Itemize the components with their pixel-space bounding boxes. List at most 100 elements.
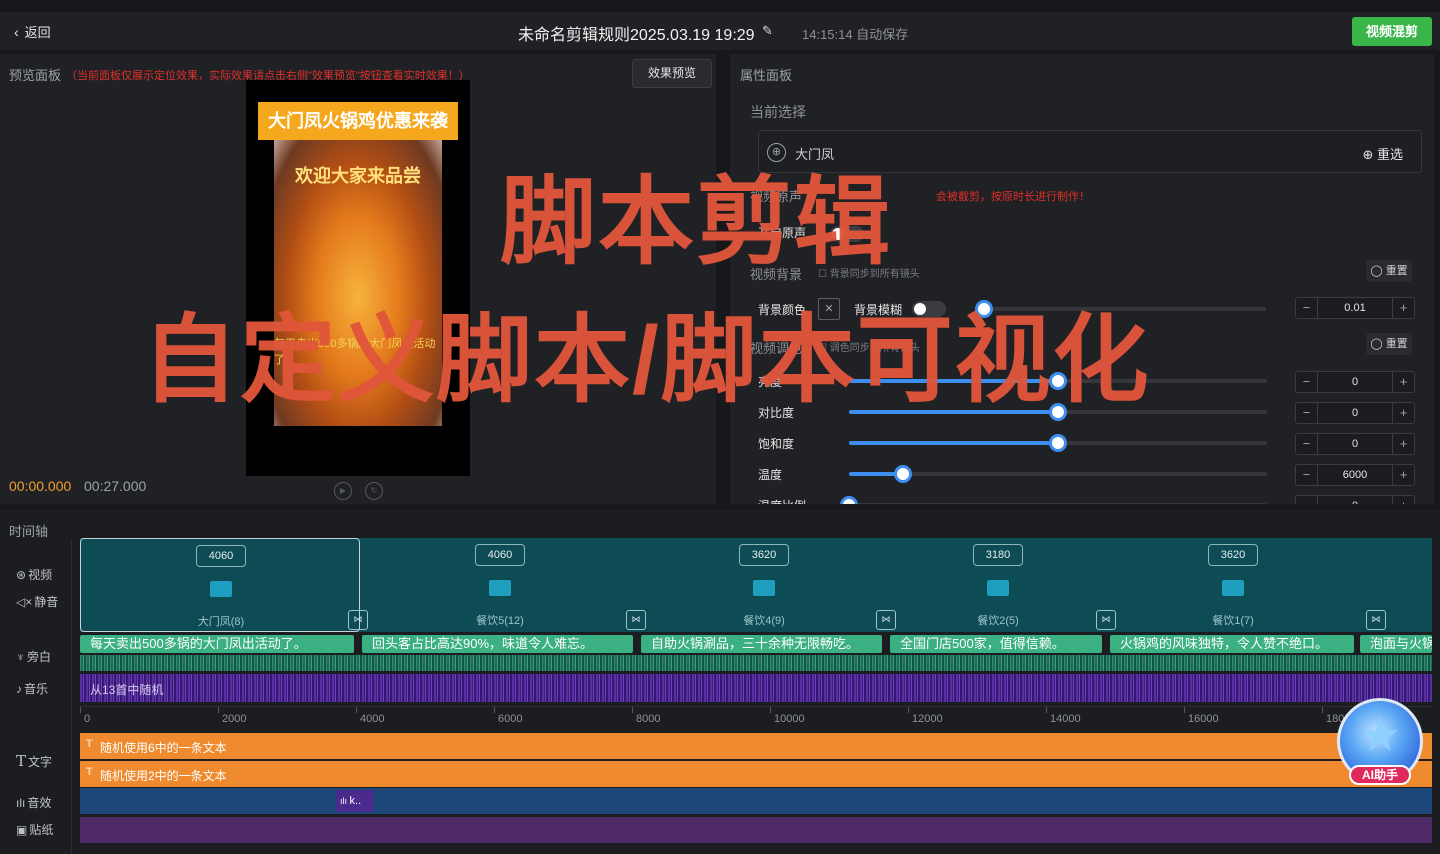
plus-circle-icon: ⊕ (1362, 147, 1377, 162)
play-icon[interactable]: ▶ (334, 482, 352, 500)
video-clip[interactable]: 3180 餐饮2(5) (888, 538, 1108, 632)
video-clip[interactable]: 3620 餐饮4(9) (638, 538, 888, 632)
text-track-row[interactable]: T 随机使用2中的一条文本 (80, 761, 1432, 787)
adjust-value[interactable]: 0 (1318, 496, 1392, 504)
plus-icon[interactable]: + (1392, 403, 1414, 423)
chevron-left-icon: ‹ (14, 23, 19, 40)
adjust-slider-handle[interactable] (840, 496, 858, 504)
narration-clip[interactable]: 全国门店500家，值得信赖。 (890, 635, 1102, 653)
video-preview-canvas[interactable]: 大门凤火锅鸡优惠来袭 欢迎大家来品尝 每天卖出500多锅的大门凤出活动了 (246, 80, 470, 476)
minus-icon[interactable]: − (1296, 434, 1318, 454)
preview-subtitle[interactable]: 欢迎大家来品尝 (246, 162, 470, 188)
track-music-label: 音乐 (24, 682, 49, 696)
adjust-stepper[interactable]: −0+ (1295, 433, 1415, 455)
text-icon: T (16, 752, 27, 770)
color-reset-button[interactable]: ◯ 重置 (1366, 333, 1412, 355)
sfx-clip[interactable]: ılı k.. (336, 790, 374, 812)
sticker-track-row[interactable] (80, 817, 1432, 843)
track-sfx[interactable]: ılı 音效 (16, 794, 51, 811)
folder-icon (1222, 580, 1244, 596)
transition-icon[interactable]: ⋈ (1366, 610, 1386, 630)
pencil-icon[interactable]: ✎ (762, 23, 773, 39)
plus-icon[interactable]: + (1392, 465, 1414, 485)
track-video[interactable]: ⊛ 视频 (16, 566, 52, 583)
video-clip[interactable]: 4060 餐饮5(12) (360, 538, 638, 632)
time-ruler[interactable]: 0 2000 4000 6000 8000 10000 12000 14000 16000 180 (79, 706, 1432, 728)
track-sticker[interactable]: ▣ 贴纸 (16, 821, 53, 838)
track-text[interactable]: T 文字 (16, 752, 52, 770)
minus-icon[interactable]: − (1296, 372, 1318, 392)
adjust-slider[interactable] (840, 496, 1267, 504)
narration-clip[interactable]: 自助火锅涮品，三十余种无限畅吃。 (641, 635, 882, 653)
sound-bars-icon: ılı (340, 796, 350, 806)
video-clip[interactable]: 4060 大门凤(8) (80, 538, 360, 632)
image-icon: ▣ (16, 822, 28, 837)
minus-icon[interactable]: − (1296, 465, 1318, 485)
back-button[interactable]: ‹ 返回 (14, 22, 51, 41)
narration-clip[interactable]: 泡面与火锅 (1360, 635, 1432, 653)
folder-icon (210, 581, 232, 597)
sfx-track-row[interactable]: ılı k.. (80, 788, 1432, 814)
current-time: 00:00.000 (9, 478, 72, 494)
clip-duration[interactable]: 4060 (475, 544, 525, 566)
preview-headline[interactable]: 大门凤火锅鸡优惠来袭 (258, 102, 458, 140)
adjust-slider-handle[interactable] (1049, 434, 1067, 452)
adjust-stepper[interactable]: −0+ (1295, 402, 1415, 424)
plus-icon[interactable]: + (1392, 496, 1414, 504)
replay-icon[interactable]: ↻ (365, 482, 383, 500)
ai-assistant-button[interactable]: ★ AI助手 (1337, 698, 1423, 786)
track-headers: ⊛ 视频 ◁× 静音 ♆ 旁白 ♪ 音乐 T 文字 ılı 音效 ▣ 贴纸 (0, 540, 72, 854)
clip-duration[interactable]: 4060 (196, 545, 246, 567)
track-sticker-label: 贴纸 (29, 823, 54, 837)
folder-icon (753, 580, 775, 596)
adjust-stepper[interactable]: −0+ (1295, 371, 1415, 393)
adjust-stepper[interactable]: −0+ (1295, 495, 1415, 504)
document-title[interactable]: 未命名剪辑规则2025.03.19 19:29 (518, 21, 755, 45)
track-mute[interactable]: ◁× 静音 (16, 593, 58, 610)
bg-reset-label: 重置 (1385, 265, 1408, 277)
clip-duration[interactable]: 3620 (1208, 544, 1258, 566)
ruler-tick: 0 (79, 707, 91, 725)
bg-reset-button[interactable]: ◯ 重置 (1366, 260, 1412, 282)
plus-icon[interactable]: + (1392, 434, 1414, 454)
adjust-slider-handle[interactable] (894, 465, 913, 483)
clip-duration[interactable]: 3180 (973, 544, 1023, 566)
color-reset-label: 重置 (1385, 338, 1408, 350)
adjust-value[interactable]: 0 (1318, 372, 1392, 392)
folder-icon (987, 580, 1009, 596)
adjust-value[interactable]: 0 (1318, 434, 1392, 454)
text-row-label: 随机使用2中的一条文本 (100, 769, 227, 783)
track-music[interactable]: ♪ 音乐 (16, 680, 48, 697)
music-track-bar[interactable]: 从13首中随机 (80, 674, 1432, 702)
plus-icon[interactable]: + (1392, 372, 1414, 392)
text-track-row[interactable]: T 随机使用6中的一条文本 (80, 733, 1432, 759)
adjust-value[interactable]: 0 (1318, 403, 1392, 423)
narration-clip[interactable]: 每天卖出500多锅的大门凤出活动了。 (80, 635, 354, 653)
clip-duration[interactable]: 3620 (739, 544, 789, 566)
autosave-status: 14:15:14 自动保存 (802, 27, 909, 42)
current-selection-box[interactable]: ⊕ 大门凤 ⊕ 重选 (758, 130, 1422, 173)
minus-icon[interactable]: − (1296, 403, 1318, 423)
adjust-slider[interactable] (849, 465, 1267, 483)
video-clip-track: 4060 大门凤(8) ⋈ 4060 餐饮5(12) ⋈ 3620 餐饮4(9) ⋈ 3180 餐饮… (80, 538, 1432, 632)
adjust-value[interactable]: 6000 (1318, 465, 1392, 485)
text-icon: T (86, 766, 93, 778)
narration-clip[interactable]: 回头客占比高达90%，味道令人难忘。 (362, 635, 633, 653)
clip-name: 餐饮2(5) (977, 615, 1019, 627)
track-narration-label: 旁白 (27, 650, 52, 664)
reselect-button[interactable]: ⊕ 重选 (1362, 144, 1403, 163)
bg-blur-stepper[interactable]: − 0.01 + (1295, 297, 1415, 319)
bg-blur-value[interactable]: 0.01 (1318, 298, 1392, 318)
video-mix-button[interactable]: 视频混剪 (1352, 17, 1432, 46)
minus-icon[interactable]: − (1296, 298, 1318, 318)
adjust-stepper[interactable]: −6000 + (1295, 464, 1415, 486)
ruler-tick: 4000 (355, 707, 385, 725)
narration-clip[interactable]: 火锅鸡的风味独特，令人赞不绝口。 (1110, 635, 1354, 653)
track-narration[interactable]: ♆ 旁白 (16, 648, 51, 665)
plus-icon[interactable]: + (1392, 298, 1414, 318)
music-label: 从13首中随机 (90, 683, 164, 697)
audio-warning: 会被截剪，按原时长进行制作！ (936, 191, 1090, 203)
minus-icon[interactable]: − (1296, 496, 1318, 504)
effect-preview-button[interactable]: 效果预览 (632, 59, 712, 88)
adjust-slider[interactable] (849, 434, 1267, 452)
